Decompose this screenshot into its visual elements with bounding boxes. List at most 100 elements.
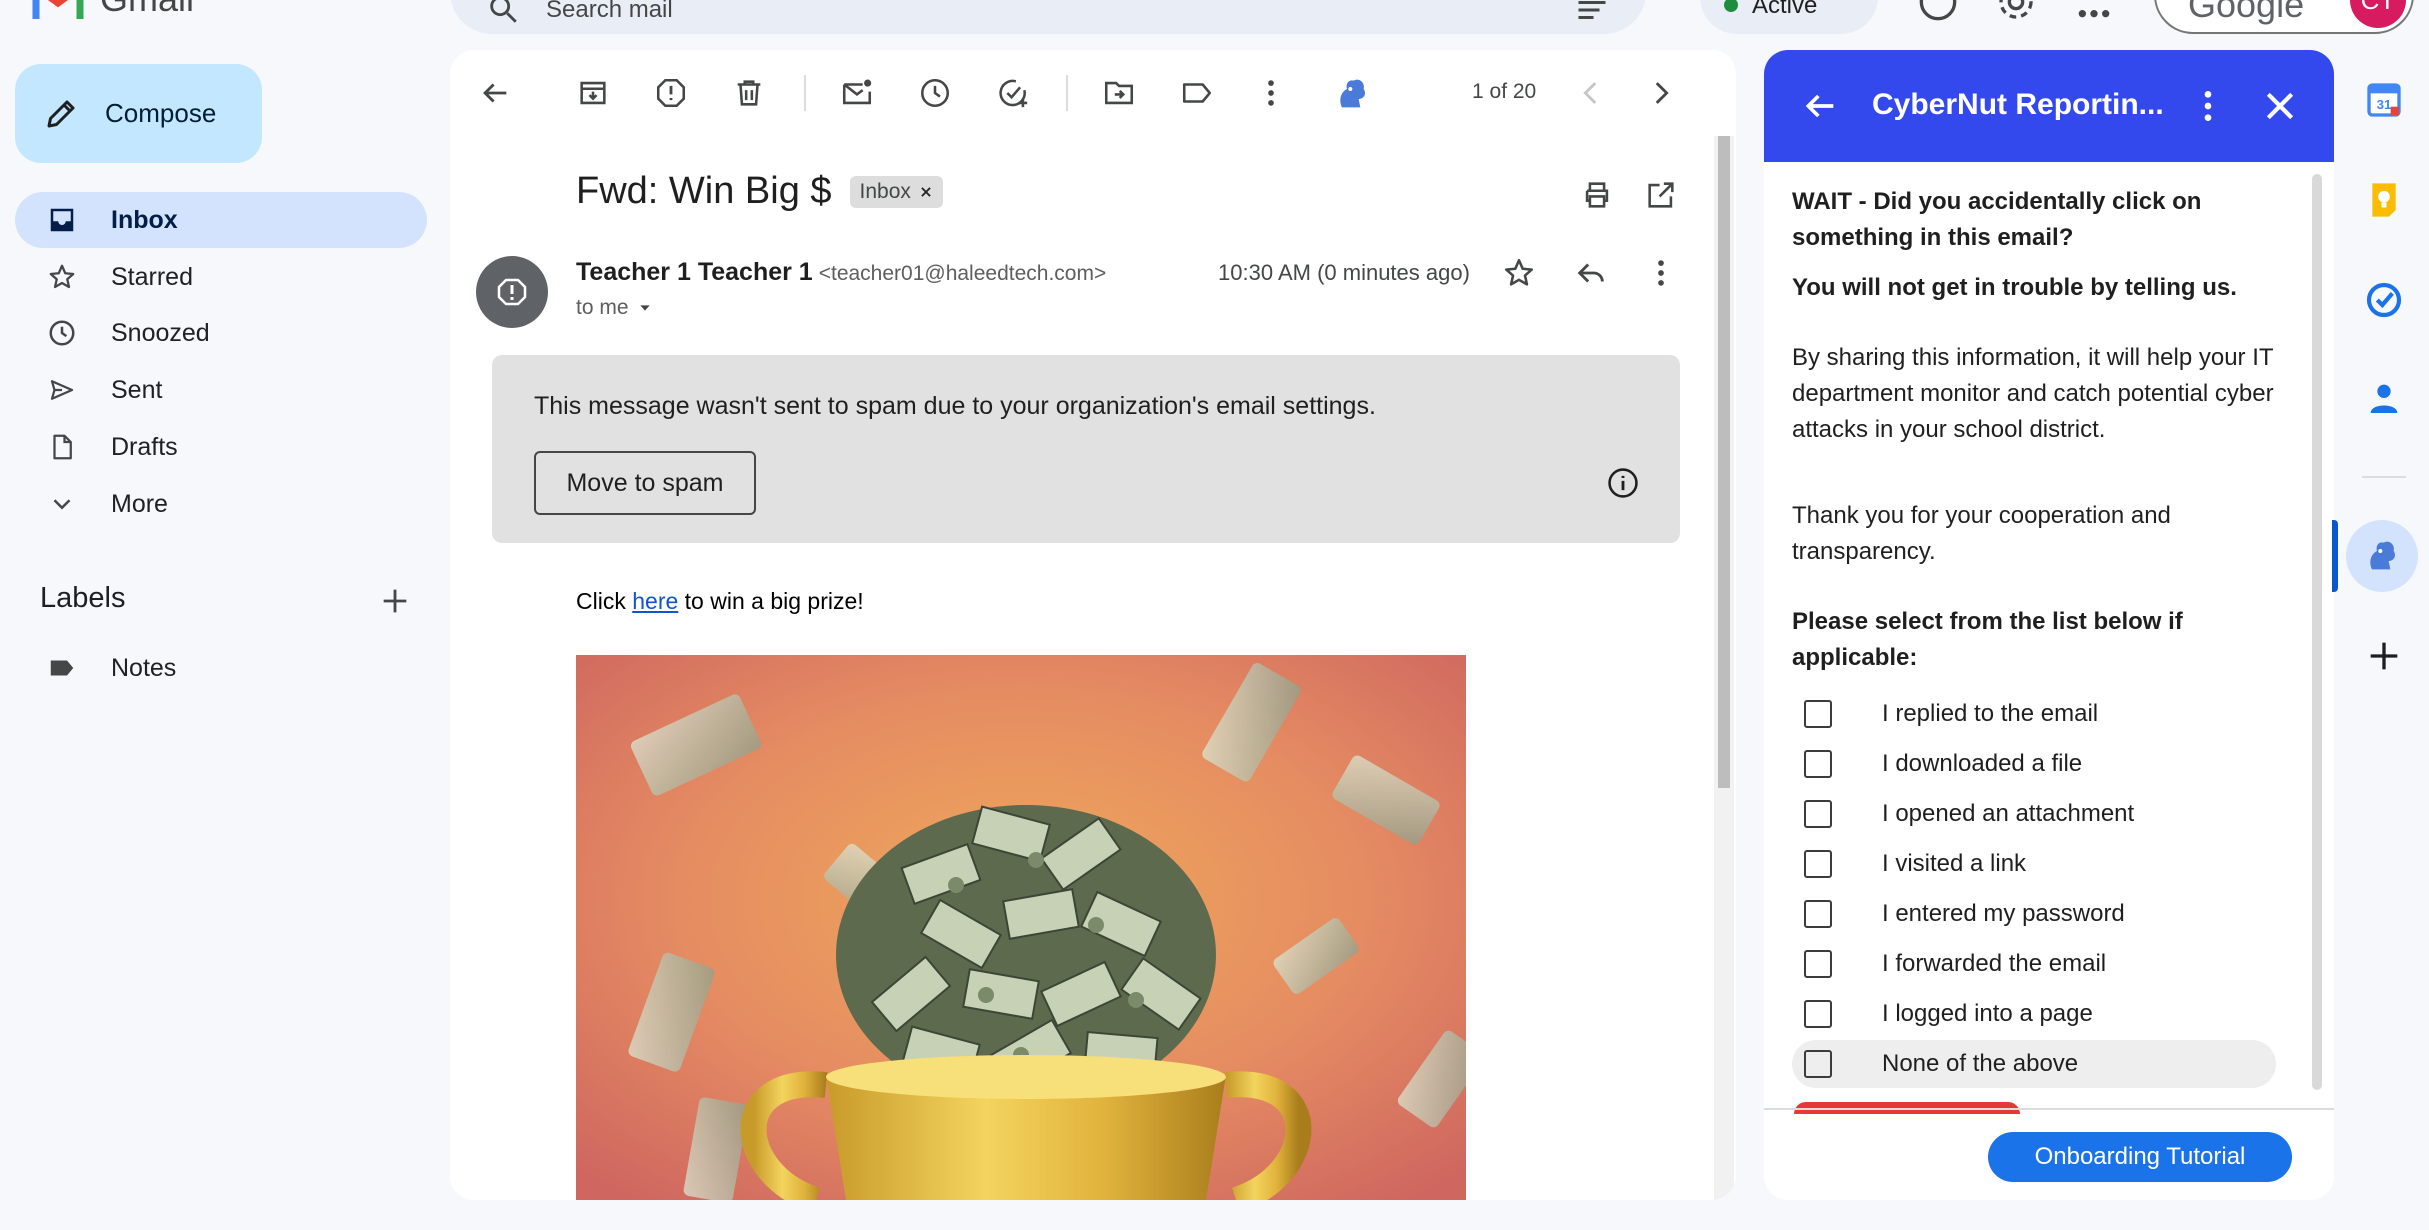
- more-vert-icon[interactable]: [1644, 256, 1678, 290]
- checkbox[interactable]: [1804, 1050, 1832, 1078]
- search-icon[interactable]: [486, 0, 520, 26]
- keep-notes-icon[interactable]: [2364, 180, 2404, 220]
- checkbox-row-logged-in[interactable]: I logged into a page: [1792, 990, 2276, 1038]
- delete-trash-icon[interactable]: [732, 76, 766, 110]
- checkbox[interactable]: [1804, 900, 1832, 928]
- sender-avatar[interactable]: [476, 256, 548, 328]
- sidebar-item-sent[interactable]: Sent: [15, 362, 427, 418]
- calendar-icon[interactable]: 31: [2364, 80, 2404, 120]
- gmail-m-icon: [32, 0, 84, 19]
- draft-icon: [53, 434, 72, 460]
- move-to-folder-icon[interactable]: [1102, 76, 1136, 110]
- inbox-icon: [50, 208, 74, 232]
- reply-icon[interactable]: [1574, 256, 1608, 290]
- sidebar-item-notes[interactable]: Notes: [15, 640, 427, 696]
- email-scrollbar[interactable]: [1714, 136, 1734, 1200]
- remove-label-x-icon[interactable]: [919, 185, 933, 199]
- checkbox[interactable]: [1804, 850, 1832, 878]
- newer-chevron-left-icon[interactable]: [1574, 76, 1608, 110]
- back-arrow-icon[interactable]: [478, 76, 512, 110]
- clock-icon: [49, 320, 75, 346]
- cybernut-addon-button[interactable]: [2346, 520, 2418, 592]
- settings-gear-icon[interactable]: [1996, 0, 2036, 22]
- checkbox-row-password[interactable]: I entered my password: [1792, 890, 2276, 938]
- search-bar[interactable]: Search mail: [450, 0, 1646, 34]
- help-icon[interactable]: [1918, 0, 1958, 22]
- checkbox-row-link[interactable]: I visited a link: [1792, 840, 2276, 888]
- sender-name[interactable]: Teacher 1 Teacher 1: [576, 258, 813, 287]
- svg-text:31: 31: [2377, 97, 2392, 112]
- recipient-label: to me: [576, 296, 629, 319]
- compose-button[interactable]: Compose: [15, 64, 262, 163]
- sidebar-item-label: Inbox: [111, 205, 178, 234]
- gmail-logo[interactable]: Gmail: [32, 0, 194, 20]
- move-to-spam-button[interactable]: Move to spam: [534, 451, 756, 515]
- checkbox-label: I opened an attachment: [1882, 800, 2135, 827]
- checkbox[interactable]: [1804, 950, 1832, 978]
- checkbox[interactable]: [1804, 700, 1832, 728]
- account-avatar[interactable]: CT: [2350, 0, 2406, 28]
- footer-divider: [1764, 1108, 2334, 1110]
- search-input[interactable]: Search mail: [546, 0, 673, 24]
- add-label-icon[interactable]: [378, 584, 412, 618]
- more-vert-icon[interactable]: [1254, 76, 1288, 110]
- caret-down-icon: [639, 305, 650, 311]
- checkbox-row-attachment[interactable]: I opened an attachment: [1792, 790, 2276, 838]
- checkbox-row-none[interactable]: None of the above: [1792, 1040, 2276, 1088]
- checkbox[interactable]: [1804, 1000, 1832, 1028]
- label-icon: [50, 660, 74, 676]
- mark-unread-icon[interactable]: [840, 76, 874, 110]
- checkbox[interactable]: [1804, 750, 1832, 778]
- snooze-clock-icon[interactable]: [918, 76, 952, 110]
- cybernut-title: CyberNut Reportin...: [1872, 88, 2164, 121]
- panel-scrollbar[interactable]: [2312, 174, 2322, 1090]
- apps-grid-icon[interactable]: [2074, 0, 2114, 22]
- back-arrow-icon[interactable]: [1800, 86, 1840, 126]
- older-chevron-right-icon[interactable]: [1644, 76, 1678, 110]
- no-trouble-note: You will not get in trouble by telling u…: [1792, 274, 2237, 301]
- star-icon: [49, 264, 75, 289]
- info-icon[interactable]: [1606, 466, 1640, 500]
- inbox-label-chip[interactable]: Inbox: [849, 175, 943, 208]
- archive-icon[interactable]: [576, 76, 610, 110]
- more-vert-icon[interactable]: [2188, 86, 2228, 126]
- spam-warning-banner: This message wasn't sent to spam due to …: [492, 355, 1680, 543]
- tasks-icon[interactable]: [2364, 280, 2404, 320]
- open-new-window-icon[interactable]: [1644, 178, 1678, 212]
- sender-line: Teacher 1 Teacher 1 <teacher01@haleedtec…: [576, 258, 1106, 287]
- toolbar-divider: [804, 75, 806, 111]
- sidebar-item-starred[interactable]: Starred: [15, 249, 427, 305]
- recipient-details[interactable]: to me: [576, 296, 653, 320]
- sidebar-item-drafts[interactable]: Drafts: [15, 419, 427, 475]
- info-paragraph: By sharing this information, it will hel…: [1792, 344, 2274, 443]
- checkbox-row-forwarded[interactable]: I forwarded the email: [1792, 940, 2276, 988]
- status-indicator[interactable]: Active: [1700, 0, 1878, 34]
- onboarding-tutorial-button[interactable]: Onboarding Tutorial: [1988, 1132, 2292, 1182]
- close-icon[interactable]: [2260, 86, 2300, 126]
- cybernut-squirrel-icon[interactable]: [1332, 74, 1372, 114]
- search-options-icon[interactable]: [1574, 0, 1610, 28]
- add-addon-icon[interactable]: [2364, 636, 2404, 676]
- accidental-click-question: WAIT - Did you accidentally click on som…: [1792, 188, 2202, 251]
- print-icon[interactable]: [1580, 178, 1614, 212]
- prize-link[interactable]: here: [632, 588, 678, 614]
- email-scrollbar-thumb[interactable]: [1718, 136, 1730, 788]
- sidebar-item-label: Drafts: [111, 432, 178, 461]
- sidebar-item-inbox[interactable]: Inbox: [15, 192, 427, 248]
- contacts-icon[interactable]: [2364, 378, 2404, 418]
- sidebar-item-more[interactable]: More: [15, 476, 427, 532]
- star-icon[interactable]: [1502, 256, 1536, 290]
- add-to-tasks-icon[interactable]: [996, 76, 1030, 110]
- chevron-down-icon: [53, 499, 71, 510]
- checkbox-label: I entered my password: [1882, 900, 2125, 927]
- account-switcher[interactable]: Google CT: [2154, 0, 2414, 34]
- sidebar-item-label: Starred: [111, 262, 193, 291]
- sender-email: <teacher01@haleedtech.com>: [818, 262, 1107, 285]
- checkbox-row-downloaded[interactable]: I downloaded a file: [1792, 740, 2276, 788]
- report-spam-icon[interactable]: [654, 76, 688, 110]
- sidebar-item-snoozed[interactable]: Snoozed: [15, 305, 427, 361]
- label-tag-icon[interactable]: [1180, 76, 1214, 110]
- checkbox[interactable]: [1804, 800, 1832, 828]
- prize-money-trophy-image[interactable]: [576, 655, 1466, 1200]
- checkbox-row-replied[interactable]: I replied to the email: [1792, 690, 2276, 738]
